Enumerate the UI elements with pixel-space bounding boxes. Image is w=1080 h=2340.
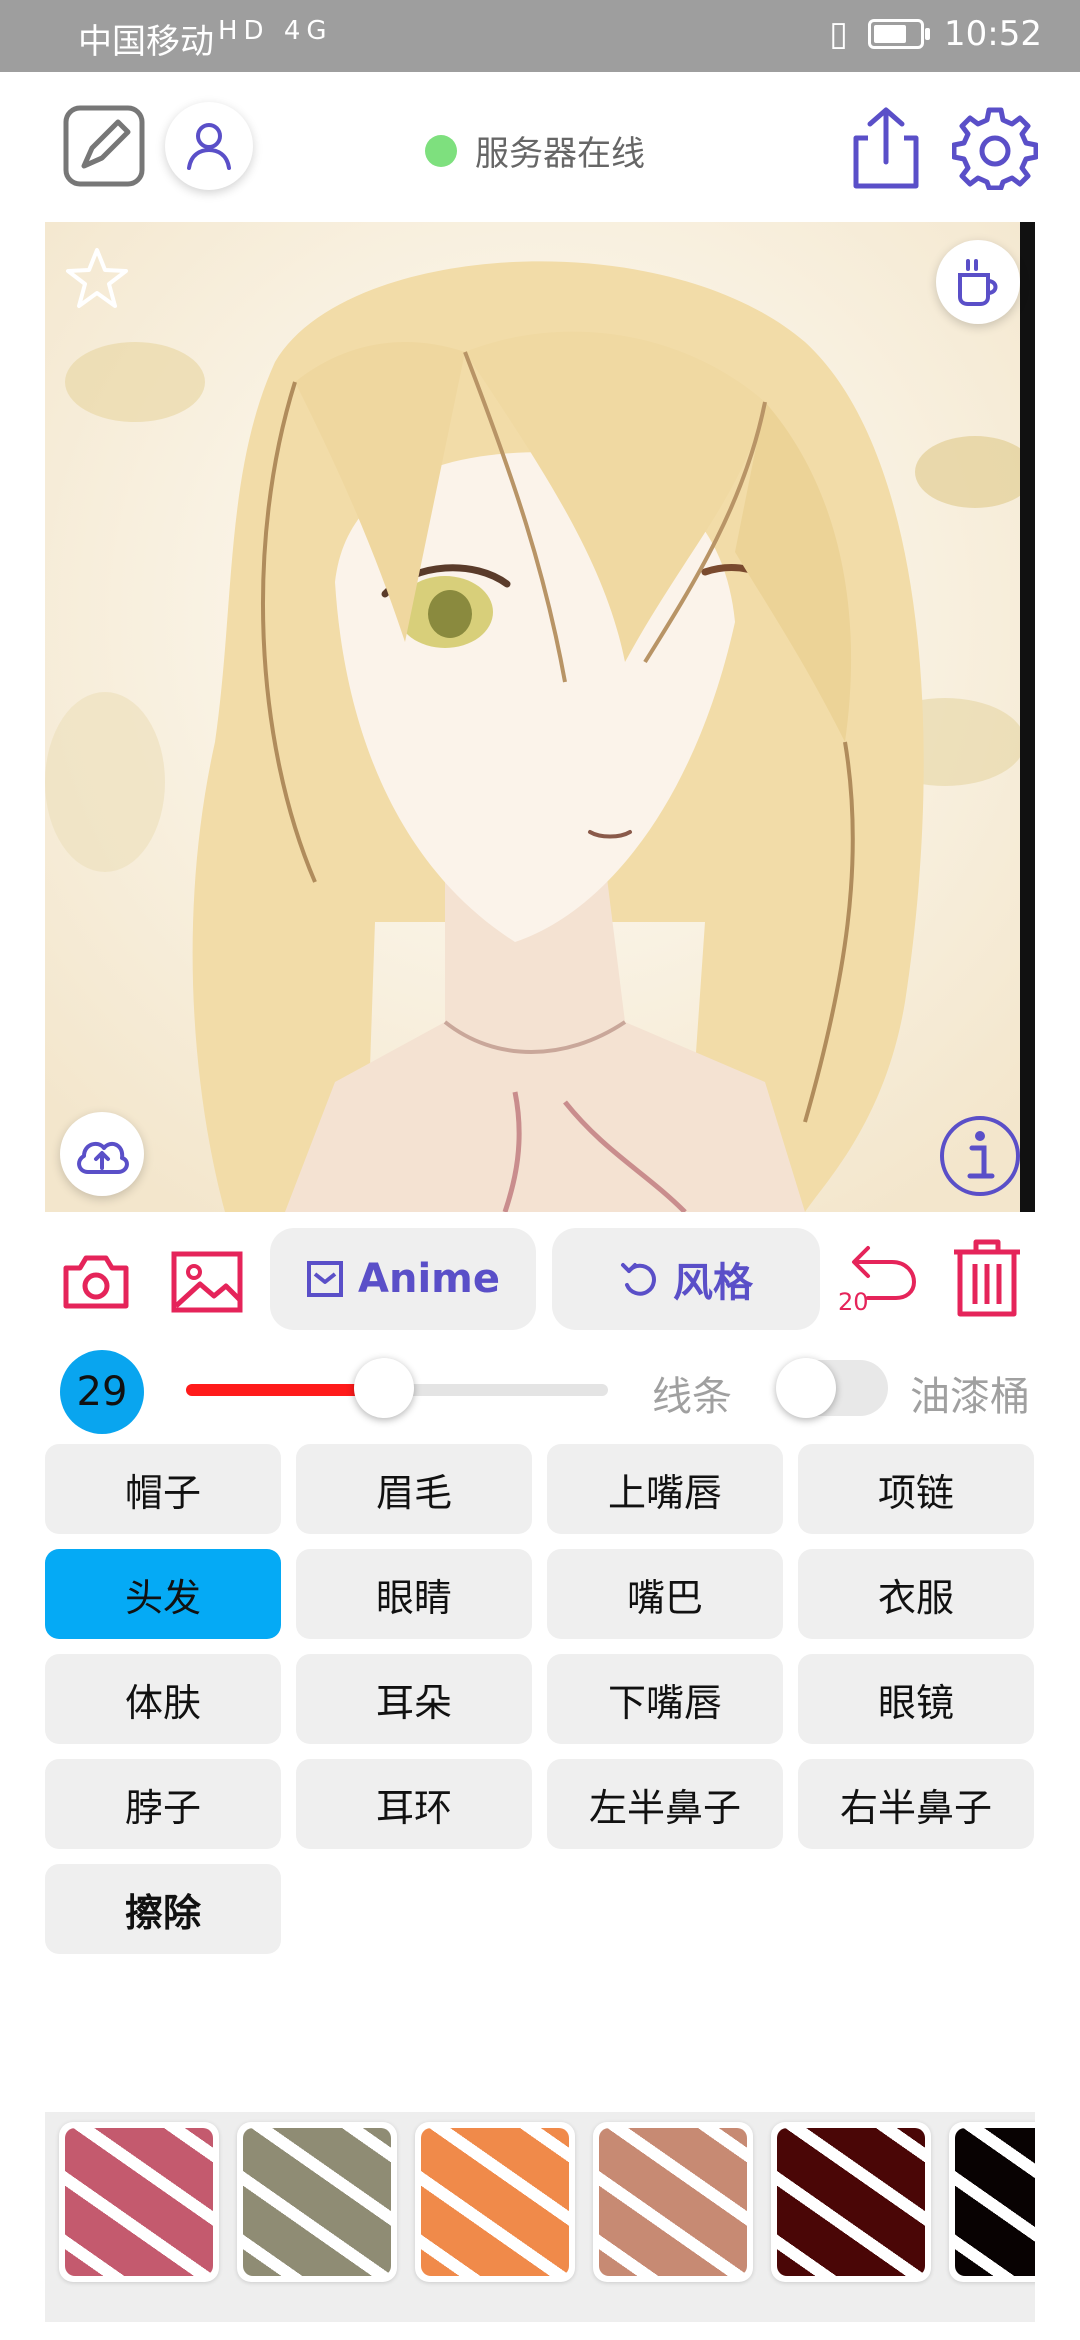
part-button[interactable]: 上嘴唇 bbox=[547, 1444, 783, 1534]
texture-swatch[interactable] bbox=[949, 2122, 1035, 2282]
carrier-label: 中国移动 bbox=[78, 22, 214, 62]
part-button[interactable]: 眉毛 bbox=[296, 1444, 532, 1534]
erase-button[interactable]: 擦除 bbox=[45, 1864, 281, 1954]
trash-icon[interactable] bbox=[950, 1238, 1024, 1318]
anime-label: Anime bbox=[358, 1256, 500, 1302]
upload-button[interactable] bbox=[60, 1112, 144, 1196]
line-mode-label: 线条 bbox=[652, 1374, 732, 1420]
texture-swatch[interactable] bbox=[593, 2122, 753, 2282]
style-label: 风格 bbox=[673, 1260, 753, 1306]
vibrate-icon: ▯ bbox=[829, 14, 849, 54]
bucket-toggle-thumb[interactable] bbox=[776, 1358, 836, 1418]
part-button[interactable]: 下嘴唇 bbox=[547, 1654, 783, 1744]
star-icon[interactable] bbox=[62, 244, 132, 314]
brush-size-thumb[interactable] bbox=[354, 1358, 414, 1418]
part-button[interactable]: 嘴巴 bbox=[547, 1549, 783, 1639]
part-button[interactable]: 脖子 bbox=[45, 1759, 281, 1849]
texture-swatch[interactable] bbox=[59, 2122, 219, 2282]
brush-size-badge: 29 bbox=[60, 1350, 144, 1434]
part-button[interactable]: 右半鼻子 bbox=[798, 1759, 1034, 1849]
battery-icon bbox=[868, 19, 931, 49]
mail-box-icon bbox=[307, 1261, 344, 1297]
part-button[interactable]: 帽子 bbox=[45, 1444, 281, 1534]
clock: 10:52 bbox=[944, 14, 1042, 54]
part-button[interactable]: 耳朵 bbox=[296, 1654, 532, 1744]
part-button[interactable]: 项链 bbox=[798, 1444, 1034, 1534]
undo-count: 20 bbox=[838, 1288, 869, 1316]
part-button[interactable]: 衣服 bbox=[798, 1549, 1034, 1639]
rotate-ccw-icon bbox=[621, 1263, 656, 1296]
part-button[interactable]: 左半鼻子 bbox=[547, 1759, 783, 1849]
drawing-canvas[interactable] bbox=[45, 222, 1035, 1212]
server-status-label: 服务器在线 bbox=[475, 134, 645, 174]
anime-button[interactable]: Anime bbox=[270, 1228, 536, 1330]
share-icon[interactable] bbox=[846, 104, 926, 192]
gear-icon[interactable] bbox=[951, 104, 1039, 191]
part-button[interactable]: 耳环 bbox=[296, 1759, 532, 1849]
status-bar: 中国移动 HD 4G ▯ 10:52 bbox=[0, 0, 1080, 72]
texture-swatch[interactable] bbox=[771, 2122, 931, 2282]
status-dot-icon bbox=[425, 134, 457, 167]
canvas-edge bbox=[1020, 222, 1035, 1212]
camera-icon[interactable] bbox=[60, 1254, 132, 1310]
undo-button[interactable]: 20 bbox=[838, 1240, 918, 1318]
server-status: 服务器在线 bbox=[425, 126, 645, 175]
style-button[interactable]: 风格 bbox=[552, 1228, 820, 1330]
user-icon bbox=[187, 123, 231, 170]
cloud-upload-icon bbox=[77, 1141, 129, 1174]
part-button[interactable]: 眼镜 bbox=[798, 1654, 1034, 1744]
bucket-mode-label: 油漆桶 bbox=[910, 1374, 1030, 1420]
info-icon[interactable] bbox=[938, 1114, 1022, 1198]
coffee-cup-icon bbox=[958, 259, 998, 306]
part-button[interactable]: 头发 bbox=[45, 1549, 281, 1639]
network-indicators: HD 4G bbox=[218, 16, 333, 46]
texture-swatch[interactable] bbox=[237, 2122, 397, 2282]
edit-icon[interactable] bbox=[62, 104, 146, 188]
coffee-button[interactable] bbox=[936, 240, 1020, 324]
part-button[interactable]: 体肤 bbox=[45, 1654, 281, 1744]
account-button[interactable] bbox=[165, 102, 253, 190]
texture-swatch[interactable] bbox=[415, 2122, 575, 2282]
gallery-icon[interactable] bbox=[170, 1250, 244, 1314]
texture-strip[interactable] bbox=[45, 2112, 1035, 2322]
anime-portrait-image bbox=[45, 222, 1035, 1212]
part-button[interactable]: 眼睛 bbox=[296, 1549, 532, 1639]
status-right: ▯ 10:52 bbox=[829, 14, 1042, 54]
